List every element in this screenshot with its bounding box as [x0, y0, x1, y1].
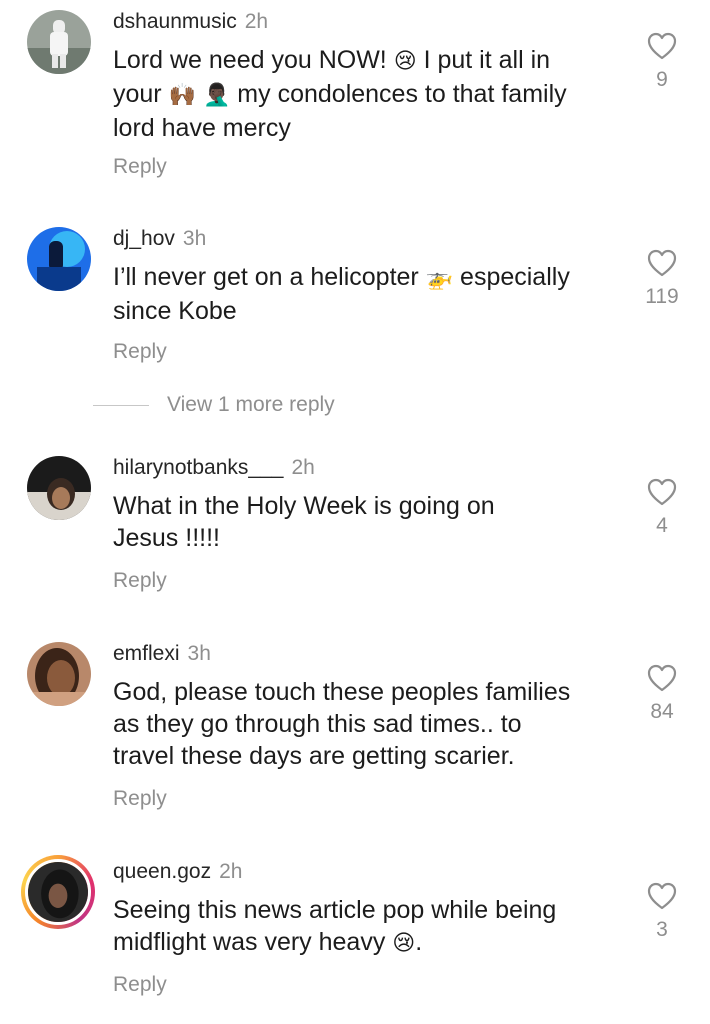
text: travel these days are getting scarier.: [113, 742, 515, 770]
facepalm-emoji: 🤦🏿‍♂️: [202, 83, 231, 108]
reply-button[interactable]: Reply: [113, 569, 167, 593]
view-more-replies-label: View 1 more reply: [167, 393, 335, 416]
avatar-photo: [27, 456, 91, 520]
heart-icon: [647, 32, 677, 60]
like-button[interactable]: 119: [640, 249, 684, 309]
comment-line: as they go through this sad times.. to: [113, 708, 618, 740]
timestamp: 2h: [219, 860, 243, 883]
avatar-photo: [28, 862, 88, 922]
username[interactable]: dshaunmusic: [113, 10, 237, 33]
text: your: [113, 80, 169, 108]
text: Lord we need you NOW!: [113, 46, 394, 74]
comment: dj_hov 3h I’ll never get on a helicopter …: [0, 227, 710, 377]
reply-button[interactable]: Reply: [113, 973, 167, 997]
heart-icon: [647, 478, 677, 506]
avatar-photo: [27, 227, 91, 291]
reply-button[interactable]: Reply: [113, 155, 167, 179]
reply-button[interactable]: Reply: [113, 340, 167, 364]
comment-meta: hilarynotbanks___ 2h: [113, 456, 315, 480]
comment-text: I’ll never get on a helicopter 🚁 especia…: [113, 261, 618, 327]
avatar-with-story-ring[interactable]: [21, 855, 95, 929]
crying-face-emoji: 😢: [393, 49, 417, 74]
like-button[interactable]: 9: [640, 32, 684, 92]
like-count: 119: [645, 285, 679, 308]
like-button[interactable]: 84: [640, 664, 684, 724]
comment: hilarynotbanks___ 2h What in the Holy Wee…: [0, 456, 710, 606]
comment: emflexi 3h God, please touch these people…: [0, 642, 710, 817]
text: Jesus !!!!!: [113, 524, 220, 552]
comment-text: God, please touch these peoples families…: [113, 676, 618, 772]
username[interactable]: hilarynotbanks___: [113, 456, 283, 479]
text: lord have mercy: [113, 114, 291, 142]
like-count: 9: [656, 68, 668, 91]
comment-line: travel these days are getting scarier.: [113, 740, 618, 772]
avatar[interactable]: [27, 456, 91, 520]
comment-meta: emflexi 3h: [113, 642, 211, 666]
avatar[interactable]: [27, 642, 91, 706]
divider: [93, 404, 149, 406]
reply-button[interactable]: Reply: [113, 787, 167, 811]
avatar-photo: [27, 642, 91, 706]
avatar[interactable]: [27, 10, 91, 74]
text: I put it all in: [416, 46, 551, 74]
like-count: 4: [656, 514, 668, 537]
heart-icon: [647, 664, 677, 692]
text: midflight was very heavy: [113, 928, 393, 956]
comment: queen.goz 2h Seeing this news article pop…: [0, 855, 710, 1010]
text: Seeing this news article pop while being: [113, 896, 557, 924]
crying-face-emoji: 😢: [392, 931, 416, 956]
avatar[interactable]: [27, 227, 91, 291]
timestamp: 3h: [187, 642, 211, 665]
raising-hands-emoji: 🙌🏾: [168, 83, 196, 108]
text: God, please touch these peoples families: [113, 678, 571, 706]
comment-line: lord have mercy: [113, 112, 618, 144]
comment-line: Jesus !!!!!: [113, 522, 618, 554]
comment-meta: dj_hov 3h: [113, 227, 206, 251]
comment-text: Lord we need you NOW! 😢 I put it all in …: [113, 44, 618, 144]
username[interactable]: queen.goz: [113, 860, 211, 883]
comment-text: Seeing this news article pop while being…: [113, 894, 618, 960]
text: my condolences to that family: [230, 80, 567, 108]
username[interactable]: dj_hov: [113, 227, 175, 250]
comment-text: What in the Holy Week is going on Jesus …: [113, 490, 618, 554]
timestamp: 2h: [244, 10, 269, 33]
text: [196, 80, 203, 108]
comment-meta: queen.goz 2h: [113, 860, 242, 884]
timestamp: 3h: [182, 227, 207, 250]
text: especially: [453, 263, 570, 291]
comment-line: God, please touch these peoples families: [113, 676, 618, 708]
like-count: 84: [650, 700, 674, 723]
like-count: 3: [656, 918, 668, 941]
text: .: [415, 928, 423, 956]
timestamp: 2h: [291, 456, 315, 479]
comment-line: What in the Holy Week is going on: [113, 490, 618, 522]
like-button[interactable]: 3: [640, 882, 684, 942]
avatar-photo: [27, 10, 91, 74]
text: as they go through this sad times.. to: [113, 710, 522, 738]
comment-line: your 🙌🏾 🤦🏿‍♂️ my condolences to that fam…: [113, 78, 618, 112]
comment-line: Seeing this news article pop while being: [113, 894, 618, 926]
text: since Kobe: [113, 297, 237, 325]
comment-meta: dshaunmusic 2h: [113, 10, 268, 34]
comment-line: midflight was very heavy 😢.: [113, 926, 618, 960]
heart-icon: [647, 882, 677, 910]
comment-line: I’ll never get on a helicopter 🚁 especia…: [113, 261, 618, 295]
avatar: [25, 859, 91, 925]
text: What in the Holy Week is going on: [113, 492, 495, 520]
heart-icon: [647, 249, 677, 277]
like-button[interactable]: 4: [640, 478, 684, 538]
helicopter-emoji: 🚁: [425, 266, 454, 291]
comment-line: Lord we need you NOW! 😢 I put it all in: [113, 44, 618, 78]
text: I’ll never get on a helicopter: [113, 263, 426, 291]
username[interactable]: emflexi: [113, 642, 180, 665]
comment-line: since Kobe: [113, 295, 618, 327]
view-more-replies[interactable]: View 1 more reply: [93, 393, 335, 417]
comment: dshaunmusic 2h Lord we need you NOW! 😢 I …: [0, 10, 710, 180]
